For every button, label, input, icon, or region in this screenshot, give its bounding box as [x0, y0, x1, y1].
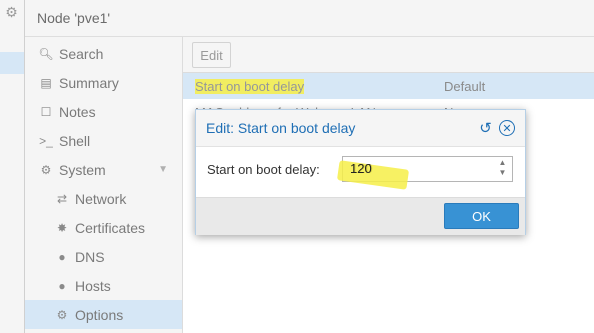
globe-icon: ●	[58, 278, 66, 293]
gears-icon: ⚙	[40, 162, 52, 177]
globe-icon: ●	[58, 249, 66, 264]
nav-item-notes[interactable]: ☐ Notes	[25, 97, 182, 126]
ok-button[interactable]: OK	[444, 203, 519, 229]
close-icon[interactable]: ✕	[499, 120, 515, 136]
nav-item-label: DNS	[75, 248, 105, 265]
nav-item-label: Notes	[59, 103, 96, 120]
start-delay-label: Start on boot delay:	[207, 162, 320, 177]
page-title: Node 'pve1'	[37, 10, 111, 26]
dialog-header: Edit: Start on boot delay ↺ ✕	[196, 110, 525, 147]
nav-item-shell[interactable]: >_ Shell	[25, 126, 182, 155]
option-name: Start on boot delay	[195, 79, 305, 94]
nav-item-label: Shell	[59, 132, 91, 149]
left-resource-strip: ⚙	[0, 0, 25, 333]
nav-item-summary[interactable]: ▤ Summary	[25, 68, 182, 97]
nav-item-dns[interactable]: ● DNS	[25, 242, 182, 271]
exchange-icon: ⇄	[56, 191, 68, 206]
nav-item-label: Summary	[59, 74, 119, 91]
nav-item-network[interactable]: ⇄ Network	[25, 184, 182, 213]
gear-icon: ⚙	[56, 307, 68, 322]
nav-item-label: Certificates	[75, 219, 146, 236]
left-strip-selection[interactable]	[0, 52, 24, 74]
reset-icon[interactable]: ↺	[477, 119, 494, 137]
nav-item-options[interactable]: ⚙ Options	[25, 300, 182, 329]
start-delay-value-overlay: 120	[350, 161, 372, 176]
search-icon: 🔍︎	[38, 46, 54, 61]
nav-item-label: Search	[59, 45, 104, 62]
nav-item-label: Network	[75, 190, 127, 207]
nav-item-system[interactable]: ⚙ System ▼	[25, 155, 182, 184]
edit-button[interactable]: Edit	[192, 42, 231, 68]
gear-icon[interactable]: ⚙	[0, 0, 23, 24]
nav-item-label: Hosts	[75, 277, 111, 294]
nav-item-search[interactable]: 🔍︎ Search	[25, 39, 182, 68]
spinner-icon[interactable]: ▲ ▼	[497, 158, 508, 180]
chevron-down-icon[interactable]: ▼	[158, 164, 168, 175]
nav-item-certificates[interactable]: ✸ Certificates	[25, 213, 182, 242]
panel-titlebar: Node 'pve1'	[25, 0, 594, 37]
nav-item-label: Options	[75, 306, 124, 323]
nav-item-label: System	[59, 161, 106, 178]
terminal-icon: >_	[39, 133, 53, 148]
note-icon: ☐	[40, 104, 52, 119]
options-row[interactable]: Start on boot delay Default	[183, 73, 594, 99]
dialog-footer: OK	[196, 197, 525, 235]
options-toolbar: Edit	[183, 37, 594, 73]
certificate-icon: ✸	[56, 220, 68, 235]
node-nav: 🔍︎ Search ▤ Summary ☐ Notes >_ Shell ⚙ S…	[25, 37, 182, 333]
dialog-title: Edit: Start on boot delay	[206, 120, 356, 136]
book-icon: ▤	[40, 75, 52, 90]
nav-item-hosts[interactable]: ● Hosts	[25, 271, 182, 300]
option-value: Default	[444, 79, 486, 94]
